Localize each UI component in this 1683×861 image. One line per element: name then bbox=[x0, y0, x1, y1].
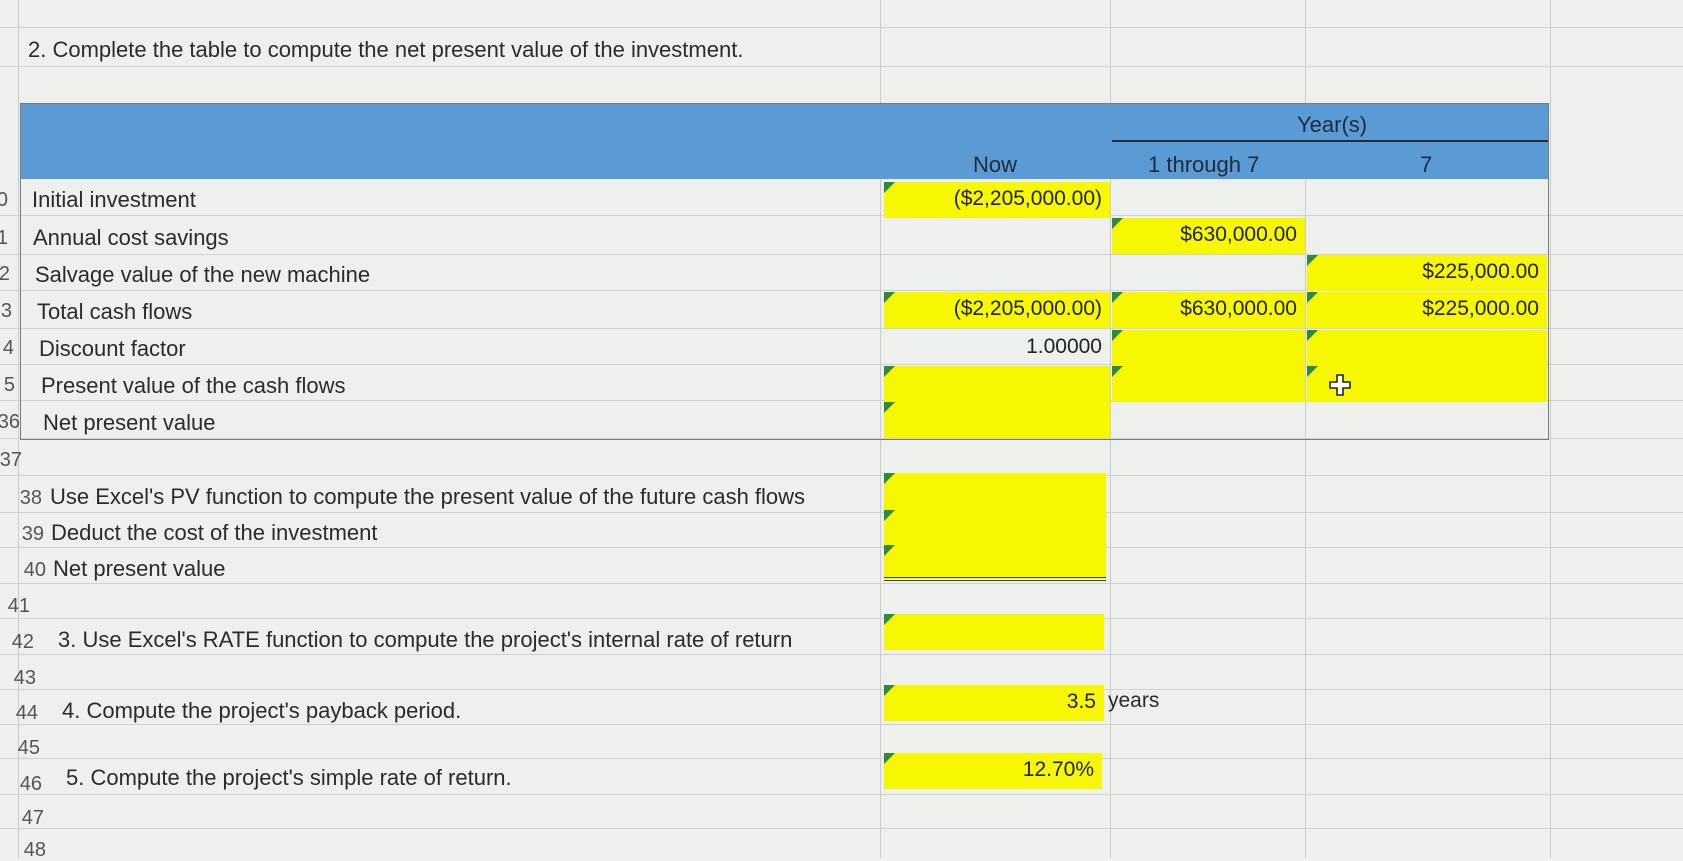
cell-discount-factor-1-7[interactable] bbox=[1112, 330, 1305, 366]
row-number: 44 bbox=[15, 702, 38, 724]
label-net-present-value: Net present value bbox=[43, 410, 216, 435]
cell-salvage-now[interactable] bbox=[884, 255, 1110, 291]
gridline bbox=[0, 794, 1683, 795]
cell-marker bbox=[1307, 330, 1318, 341]
cell-annual-cost-savings-7[interactable] bbox=[1307, 218, 1547, 254]
gridline bbox=[0, 654, 1683, 655]
gridline bbox=[0, 66, 1683, 67]
gridline bbox=[0, 689, 1683, 690]
label-question-5: 5. Compute the project's simple rate of … bbox=[66, 765, 512, 790]
gridline bbox=[0, 828, 1683, 829]
cell-marker bbox=[1112, 292, 1123, 303]
cell-initial-investment-1-7[interactable] bbox=[1112, 182, 1305, 218]
cell-marker bbox=[1307, 366, 1318, 377]
gridline bbox=[0, 547, 1683, 548]
cell-payback-period[interactable]: 3.5 bbox=[884, 685, 1104, 721]
label-deduct-cost: Deduct the cost of the investment bbox=[51, 520, 378, 545]
cell-total-cash-flows-now[interactable]: ($2,205,000.00) bbox=[884, 292, 1110, 328]
cell-marker bbox=[884, 473, 895, 484]
payback-unit: years bbox=[1108, 689, 1160, 712]
cell-marker bbox=[884, 545, 895, 556]
label-question-3: 3. Use Excel's RATE function to compute … bbox=[58, 627, 793, 652]
cell-marker bbox=[884, 292, 895, 303]
gridline bbox=[0, 618, 1683, 619]
label-salvage-value: Salvage value of the new machine bbox=[35, 262, 371, 287]
label-pv-net-present-value: Net present value bbox=[53, 556, 226, 581]
label-discount-factor: Discount factor bbox=[39, 336, 186, 361]
row-number: 47 bbox=[21, 807, 44, 829]
cell-annual-cost-savings-now[interactable] bbox=[884, 218, 1110, 254]
cell-salvage-1-7[interactable] bbox=[1112, 255, 1305, 291]
row-number: 1 bbox=[0, 227, 8, 249]
cell-marker bbox=[1112, 330, 1123, 341]
cell-total-cash-flows-7[interactable]: $225,000.00 bbox=[1307, 292, 1547, 328]
cell-pv-cash-flows-now[interactable] bbox=[884, 366, 1110, 402]
label-initial-investment: Initial investment bbox=[32, 187, 196, 212]
row-number: 43 bbox=[13, 667, 36, 689]
row-number: 45 bbox=[17, 737, 40, 759]
cell-marker bbox=[884, 366, 895, 377]
gridline bbox=[0, 475, 1683, 476]
cell-marker bbox=[884, 685, 895, 696]
gridline bbox=[0, 512, 1683, 513]
row-number: 5 bbox=[3, 374, 15, 396]
gridline bbox=[0, 724, 1683, 725]
double-underline bbox=[884, 580, 1106, 581]
label-total-cash-flows: Total cash flows bbox=[37, 299, 193, 324]
row-number: 2 bbox=[0, 263, 10, 285]
cell-rate-function[interactable] bbox=[884, 614, 1104, 650]
row-number: 39 bbox=[21, 523, 44, 545]
gridline bbox=[0, 27, 1683, 28]
cell-marker bbox=[1307, 255, 1318, 266]
cell-npv-7[interactable] bbox=[1307, 402, 1547, 438]
double-underline bbox=[884, 577, 1106, 578]
cell-npv-1-7[interactable] bbox=[1112, 402, 1305, 438]
row-number: 38 bbox=[19, 487, 42, 509]
cell-pv-function[interactable] bbox=[884, 473, 1106, 545]
row-number: 0 bbox=[0, 189, 8, 211]
cell-simple-rate-of-return[interactable]: 12.70% bbox=[884, 753, 1102, 789]
label-pv-function: Use Excel's PV function to compute the p… bbox=[50, 484, 806, 509]
gridline bbox=[0, 583, 1683, 584]
cell-marker bbox=[884, 753, 895, 764]
cell-total-cash-flows-1-7[interactable]: $630,000.00 bbox=[1112, 292, 1305, 328]
row-number: 40 bbox=[23, 559, 46, 581]
cell-discount-factor-7[interactable] bbox=[1307, 330, 1547, 366]
row-number: 36 bbox=[0, 411, 20, 433]
cell-initial-investment-now[interactable]: ($2,205,000.00) bbox=[884, 182, 1110, 218]
row-number: 46 bbox=[19, 773, 42, 795]
label-question-4: 4. Compute the project's payback period. bbox=[62, 698, 462, 723]
gridline bbox=[0, 758, 1683, 759]
row-number: 37 bbox=[0, 449, 22, 471]
row-number: 48 bbox=[23, 839, 46, 861]
cell-marker bbox=[884, 510, 895, 521]
cursor-plus-icon bbox=[1329, 374, 1351, 396]
cell-pv-net-present-value[interactable] bbox=[884, 545, 1106, 579]
cell-marker bbox=[1112, 366, 1123, 377]
cell-marker bbox=[1307, 292, 1318, 303]
cell-marker bbox=[1112, 218, 1123, 229]
cell-pv-cash-flows-1-7[interactable] bbox=[1112, 366, 1305, 402]
cell-marker bbox=[884, 614, 895, 625]
row-number: 41 bbox=[7, 595, 30, 617]
row-number: 42 bbox=[11, 631, 34, 653]
cell-marker bbox=[884, 402, 895, 413]
label-present-value-cash-flows: Present value of the cash flows bbox=[41, 373, 346, 398]
row-number: 3 bbox=[0, 300, 12, 322]
cell-annual-cost-savings-1-7[interactable]: $630,000.00 bbox=[1112, 218, 1305, 254]
cell-marker bbox=[884, 182, 895, 193]
cell-initial-investment-7[interactable] bbox=[1307, 182, 1547, 218]
label-annual-cost-savings: Annual cost savings bbox=[33, 225, 229, 250]
row-number: 4 bbox=[2, 337, 14, 359]
cell-npv-now[interactable] bbox=[884, 402, 1110, 438]
cell-salvage-7[interactable]: $225,000.00 bbox=[1307, 255, 1547, 291]
cell-discount-factor-now[interactable]: 1.00000 bbox=[884, 330, 1110, 366]
question-2-title: 2. Complete the table to compute the net… bbox=[28, 37, 744, 62]
gridline bbox=[1550, 0, 1551, 858]
